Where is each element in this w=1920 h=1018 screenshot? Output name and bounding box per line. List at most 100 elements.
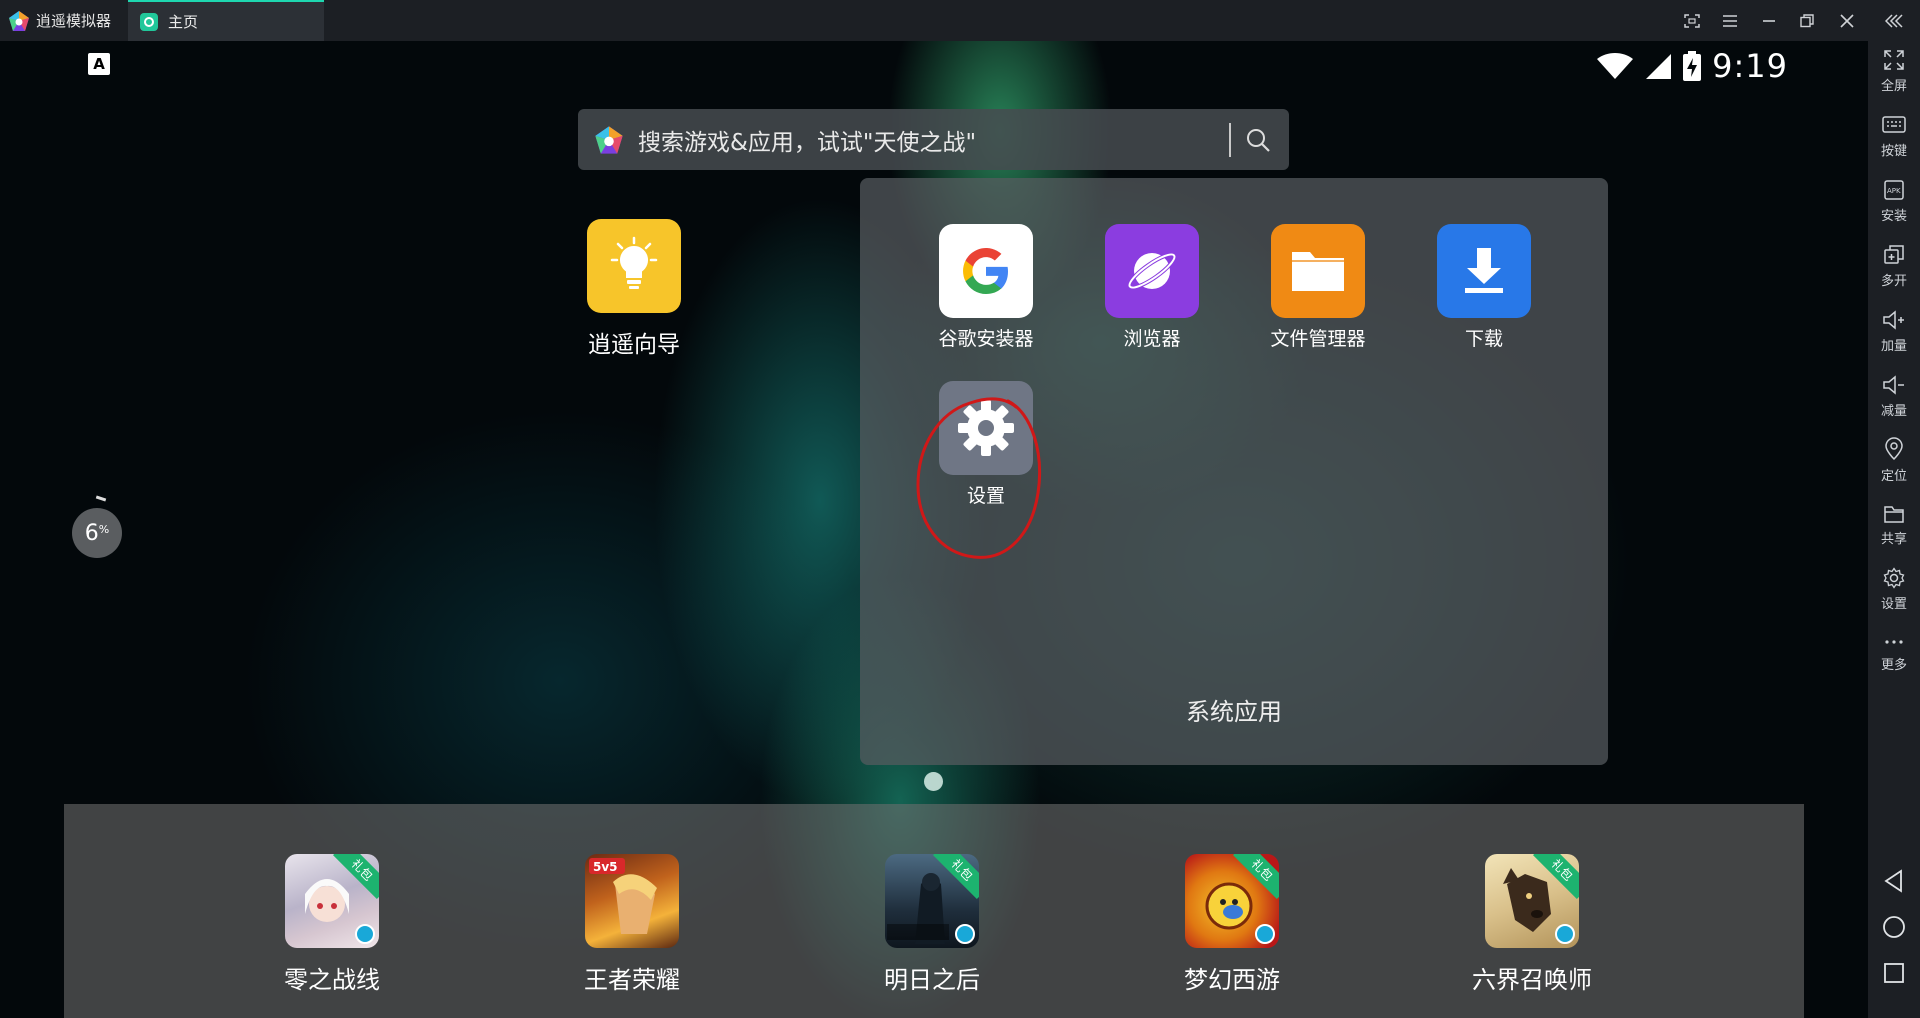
progress-unit: % <box>98 522 110 536</box>
game-icon: 礼包 <box>285 854 379 948</box>
signal-icon <box>1646 54 1672 79</box>
app-google-installer[interactable]: 谷歌安装器 <box>916 224 1056 351</box>
sidebar-item-label: 共享 <box>1880 532 1907 547</box>
download-icon <box>1437 224 1531 318</box>
location-icon <box>1885 437 1903 461</box>
folder-title: 系统应用 <box>1186 698 1282 726</box>
game-icon: 5v5 <box>585 854 679 948</box>
app-label: 逍遥向导 <box>588 332 680 358</box>
game-label: 王者荣耀 <box>584 966 680 994</box>
app-label: 浏览器 <box>1123 328 1181 350</box>
status-bar-right: 9:19 <box>1596 47 1788 85</box>
sidebar-item-label: 按键 <box>1880 144 1907 159</box>
progress-indicator: 6% <box>72 508 122 558</box>
collapse-icon[interactable] <box>1876 0 1912 41</box>
keyboard-icon <box>1882 116 1906 133</box>
sidebar-item-label: 安装 <box>1880 209 1907 224</box>
home-icon[interactable] <box>1881 914 1907 940</box>
wifi-icon <box>1597 53 1634 79</box>
sidebar-item-multi[interactable]: 多开 <box>1868 244 1920 289</box>
progress-value: 6 <box>84 520 99 546</box>
sidebar-item-label: 设置 <box>1880 597 1907 612</box>
right-toolbar: 全屏 按键 APK 安装 多开 加量 减量 定位 共享 设置 更多 <box>1868 41 1920 1018</box>
game-icon: 礼包 <box>1485 854 1579 948</box>
title-bar: 逍遥模拟器 主页 <box>0 0 1920 41</box>
search-input[interactable]: 搜索游戏&应用，试试"天使之战" <box>638 123 1229 157</box>
clock: 9:19 <box>1712 47 1788 85</box>
app-download[interactable]: 下载 <box>1414 224 1554 351</box>
page-indicator-dot <box>924 772 943 791</box>
capture-icon[interactable] <box>1674 0 1710 41</box>
google-icon <box>939 224 1033 318</box>
progress-arc <box>95 495 107 502</box>
game-label: 六界召唤师 <box>1472 966 1592 994</box>
game-wangzhe[interactable]: 5v5 王者荣耀 <box>552 854 712 995</box>
sidebar-item-label: 多开 <box>1880 274 1907 289</box>
game-label: 梦幻西游 <box>1184 966 1280 994</box>
search-logo-icon <box>595 125 623 154</box>
android-screen: A 9:19 搜索游戏&应用，试试"天使之战" 6% 逍遥向导 谷歌安装器 浏览… <box>0 41 1868 1018</box>
volume-down-icon <box>1883 375 1904 395</box>
sidebar-item-fullscreen[interactable]: 全屏 <box>1868 49 1920 94</box>
settings-icon <box>1883 567 1905 589</box>
keyboard-indicator: A <box>88 53 110 75</box>
app-title: 逍遥模拟器 <box>8 0 111 41</box>
folder-icon <box>1271 224 1365 318</box>
verified-icon <box>1255 924 1275 944</box>
sidebar-item-location[interactable]: 定位 <box>1868 437 1920 484</box>
app-xiaoyao-guide[interactable]: 逍遥向导 <box>582 219 686 359</box>
shared-folder-icon <box>1884 506 1904 523</box>
back-icon[interactable] <box>1881 868 1907 894</box>
red-annotation-circle <box>916 397 1042 559</box>
app-label: 下载 <box>1464 328 1503 350</box>
game-icon: 礼包 <box>885 854 979 948</box>
svg-text:APK: APK <box>1887 187 1901 195</box>
svg-text:5v5: 5v5 <box>593 860 618 874</box>
game-label: 零之战线 <box>284 966 380 994</box>
tab-label: 主页 <box>168 13 199 31</box>
search-icon[interactable] <box>1245 127 1271 153</box>
sidebar-item-label: 定位 <box>1880 469 1907 484</box>
recents-icon[interactable] <box>1881 960 1907 986</box>
game-dock: 礼包 零之战线 5v5 王者荣耀 礼包 明日之后 礼包 梦幻西游 礼包 六界召唤… <box>64 804 1804 1018</box>
tab-home[interactable]: 主页 <box>128 0 324 41</box>
planet-icon <box>1105 224 1199 318</box>
app-logo-icon <box>9 10 29 31</box>
game-lingzhi[interactable]: 礼包 零之战线 <box>252 854 412 995</box>
home-tab-icon <box>140 12 158 31</box>
sidebar-item-volume-up[interactable]: 加量 <box>1868 309 1920 354</box>
close-icon[interactable] <box>1829 0 1865 41</box>
volume-up-icon <box>1883 310 1904 330</box>
verified-icon <box>355 924 375 944</box>
sidebar-item-label: 全屏 <box>1880 79 1907 94</box>
search-bar[interactable]: 搜索游戏&应用，试试"天使之战" <box>578 109 1289 170</box>
app-browser[interactable]: 浏览器 <box>1082 224 1222 351</box>
search-divider <box>1229 122 1231 157</box>
game-menghuan[interactable]: 礼包 梦幻西游 <box>1152 854 1312 995</box>
sidebar-item-share[interactable]: 共享 <box>1868 504 1920 547</box>
minimize-icon[interactable] <box>1751 0 1787 41</box>
fullscreen-icon <box>1884 50 1904 70</box>
sidebar-item-label: 减量 <box>1880 404 1907 419</box>
app-file-manager[interactable]: 文件管理器 <box>1248 224 1388 351</box>
apk-install-icon: APK <box>1884 180 1904 200</box>
sidebar-item-settings[interactable]: 设置 <box>1868 567 1920 612</box>
multi-instance-icon <box>1884 245 1904 264</box>
game-label: 明日之后 <box>884 966 980 994</box>
lightbulb-icon <box>587 219 681 313</box>
restore-icon[interactable] <box>1789 0 1825 41</box>
app-label: 文件管理器 <box>1270 328 1366 350</box>
verified-icon <box>955 924 975 944</box>
sidebar-item-install[interactable]: APK 安装 <box>1868 179 1920 224</box>
sidebar-item-volume-down[interactable]: 减量 <box>1868 374 1920 419</box>
more-icon <box>1885 640 1903 644</box>
menu-icon[interactable] <box>1712 0 1748 41</box>
app-name: 逍遥模拟器 <box>36 12 112 30</box>
game-mingri[interactable]: 礼包 明日之后 <box>852 854 1012 995</box>
sidebar-item-keymap[interactable]: 按键 <box>1868 114 1920 159</box>
verified-icon <box>1555 924 1575 944</box>
sidebar-item-label: 加量 <box>1880 339 1907 354</box>
game-icon: 礼包 <box>1185 854 1279 948</box>
sidebar-item-more[interactable]: 更多 <box>1868 634 1920 673</box>
game-liujie[interactable]: 礼包 六界召唤师 <box>1452 854 1612 995</box>
